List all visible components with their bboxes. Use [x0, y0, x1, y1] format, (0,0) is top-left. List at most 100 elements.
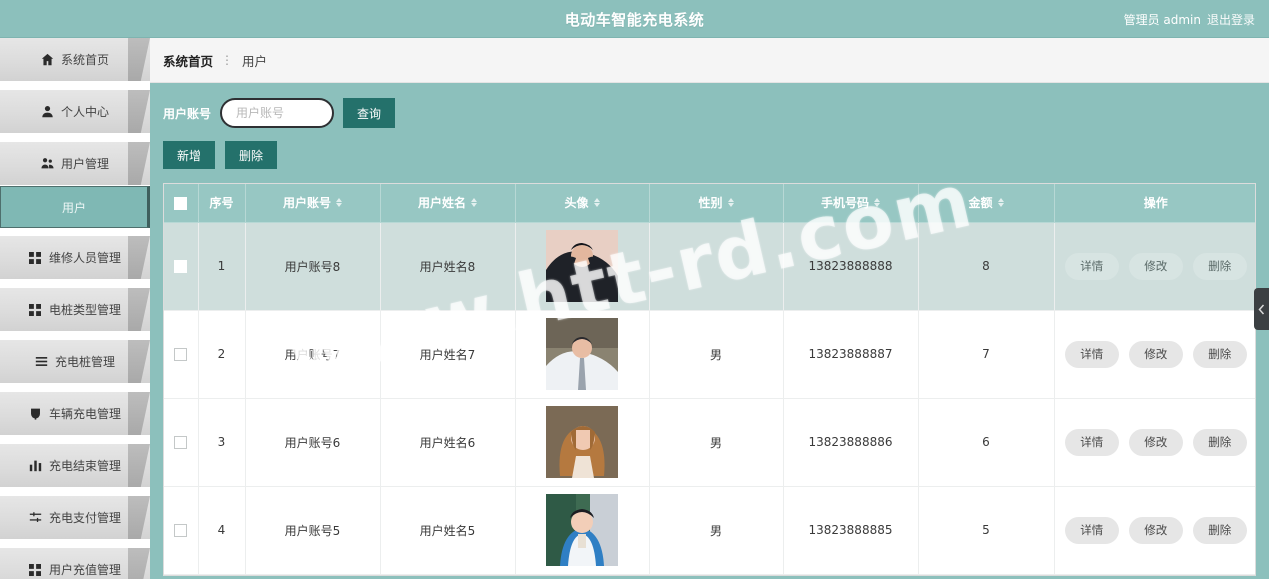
- delete-button[interactable]: 删除: [225, 141, 277, 169]
- cell-account: 用户账号8: [245, 222, 381, 311]
- logout-link[interactable]: 退出登录: [1207, 11, 1255, 28]
- chart-icon: [29, 459, 42, 472]
- table-row[interactable]: 1 用户账号8 用户姓名8 13823888888 8 详情 修改 删除: [164, 222, 1255, 311]
- search-row: 用户账号 查询: [163, 97, 1256, 129]
- cell-index: 1: [198, 222, 246, 311]
- breadcrumb: 系统首页 ⋮ 用户: [150, 38, 1269, 83]
- sidebar-label-user: 用户: [61, 200, 86, 215]
- cell-account: 用户账号5: [245, 486, 381, 575]
- avatar[interactable]: [546, 406, 618, 478]
- th-index-label: 序号: [209, 196, 234, 211]
- detail-button[interactable]: 详情: [1064, 516, 1119, 544]
- sidebar-item-home[interactable]: 系统首页: [0, 38, 150, 82]
- add-button[interactable]: 新增: [163, 141, 215, 169]
- delete-row-button[interactable]: 删除: [1192, 428, 1247, 456]
- admin-label: 管理员 admin: [1123, 12, 1201, 27]
- sidebar-item-charging-end[interactable]: 充电结束管理: [0, 444, 150, 488]
- search-input[interactable]: [220, 98, 335, 128]
- sort-icon[interactable]: [997, 198, 1004, 208]
- sidebar-label-charging-end: 充电结束管理: [48, 459, 121, 473]
- sort-icon[interactable]: [471, 198, 477, 208]
- avatar[interactable]: [546, 230, 618, 302]
- sidebar-label-profile: 个人中心: [60, 105, 109, 119]
- sidebar-label-user-management: 用户管理: [60, 157, 109, 171]
- sort-icon[interactable]: [727, 198, 734, 208]
- sidebar-item-user-management[interactable]: 用户管理: [0, 142, 150, 186]
- delete-row-button[interactable]: 删除: [1192, 516, 1247, 544]
- cell-avatar[interactable]: [515, 310, 650, 399]
- row-checkbox[interactable]: [174, 524, 188, 537]
- sidebar-item-user-recharge[interactable]: 用户充值管理: [0, 548, 150, 579]
- sidebar-item-repair-staff[interactable]: 维修人员管理: [0, 236, 150, 280]
- plug-icon: [29, 407, 42, 420]
- sidebar-label-user-recharge: 用户充值管理: [48, 563, 121, 577]
- cell-avatar[interactable]: [515, 398, 650, 487]
- detail-button[interactable]: 详情: [1064, 428, 1119, 456]
- detail-button[interactable]: 详情: [1064, 340, 1119, 368]
- row-checkbox[interactable]: [174, 348, 188, 361]
- th-avatar[interactable]: 头像: [515, 184, 650, 223]
- th-account[interactable]: 用户账号: [245, 184, 381, 223]
- cell-avatar[interactable]: [515, 222, 650, 311]
- cell-phone: 13823888887: [783, 310, 919, 399]
- cell-select[interactable]: [164, 486, 199, 575]
- table-row[interactable]: 4 用户账号5 用户姓名5 男 13823888885 5 详情 修改 删除: [164, 486, 1255, 575]
- delete-row-button[interactable]: 删除: [1192, 340, 1247, 368]
- menu-gap: [0, 280, 150, 288]
- sidebar-item-charging-pile[interactable]: 充电桩管理: [0, 340, 150, 384]
- sidebar-label-vehicle-charging: 车辆充电管理: [48, 407, 121, 421]
- cell-index: 3: [198, 398, 246, 487]
- menu-gap: [0, 332, 150, 340]
- row-checkbox[interactable]: [174, 260, 188, 273]
- cell-amount: 6: [918, 398, 1055, 487]
- sidebar-label-charging-payment: 充电支付管理: [48, 511, 121, 525]
- home-icon: [41, 53, 54, 66]
- th-phone-label: 手机号码: [820, 196, 869, 211]
- page-title: 电动车智能充电系统: [564, 10, 705, 29]
- table-row[interactable]: 2 用户账号7 用户姓名7 男 13823888887 7 详情 修改 删除: [164, 310, 1255, 399]
- th-gender[interactable]: 性别: [649, 184, 784, 223]
- query-button[interactable]: 查询: [343, 98, 396, 128]
- edit-button[interactable]: 修改: [1128, 252, 1183, 280]
- breadcrumb-home[interactable]: 系统首页: [163, 51, 213, 70]
- th-phone[interactable]: 手机号码: [783, 184, 919, 223]
- cell-gender: [649, 222, 784, 311]
- edit-button[interactable]: 修改: [1128, 516, 1183, 544]
- th-name[interactable]: 用户姓名: [380, 184, 516, 223]
- sidebar-label-home: 系统首页: [60, 53, 109, 67]
- detail-button[interactable]: 详情: [1064, 252, 1119, 280]
- select-all-checkbox[interactable]: [174, 196, 188, 210]
- cell-actions: 详情 修改 删除: [1054, 398, 1255, 487]
- operation-buttons: 新增 删除: [163, 141, 1256, 169]
- sidebar-item-profile[interactable]: 个人中心: [0, 90, 150, 134]
- cell-avatar[interactable]: [515, 486, 650, 575]
- sidebar-item-charging-payment[interactable]: 充电支付管理: [0, 496, 150, 540]
- edit-button[interactable]: 修改: [1128, 428, 1183, 456]
- sidebar-item-pile-type[interactable]: 电桩类型管理: [0, 288, 150, 332]
- sort-icon[interactable]: [336, 198, 342, 208]
- edge-toggle-handle[interactable]: [1254, 288, 1269, 330]
- cell-select[interactable]: [164, 398, 199, 487]
- th-select-all[interactable]: [164, 184, 199, 223]
- cell-select[interactable]: [164, 222, 199, 311]
- row-checkbox[interactable]: [174, 436, 188, 449]
- content-pane: 用户账号 查询 新增 删除: [150, 83, 1269, 579]
- cell-select[interactable]: [164, 310, 199, 399]
- avatar[interactable]: [546, 318, 618, 390]
- edit-button[interactable]: 修改: [1128, 340, 1183, 368]
- menu-gap: [0, 134, 150, 142]
- sort-icon[interactable]: [874, 198, 880, 208]
- cell-name: 用户姓名7: [380, 310, 516, 399]
- delete-row-button[interactable]: 删除: [1192, 252, 1247, 280]
- sidebar-item-vehicle-charging[interactable]: 车辆充电管理: [0, 392, 150, 436]
- cell-actions: 详情 修改 删除: [1054, 222, 1255, 311]
- table-row[interactable]: 3 用户账号6 用户姓名6 男 13823888886 6 详情 修改 删除: [164, 398, 1255, 487]
- cell-phone: 13823888885: [783, 486, 919, 575]
- cell-index: 2: [198, 310, 246, 399]
- cell-gender: 男: [649, 398, 784, 487]
- sort-icon[interactable]: [593, 198, 600, 208]
- th-amount[interactable]: 金额: [918, 184, 1055, 223]
- sidebar-item-user[interactable]: 用户: [0, 186, 150, 228]
- avatar[interactable]: [546, 494, 618, 566]
- sidebar-label-pile-type: 电桩类型管理: [48, 303, 121, 317]
